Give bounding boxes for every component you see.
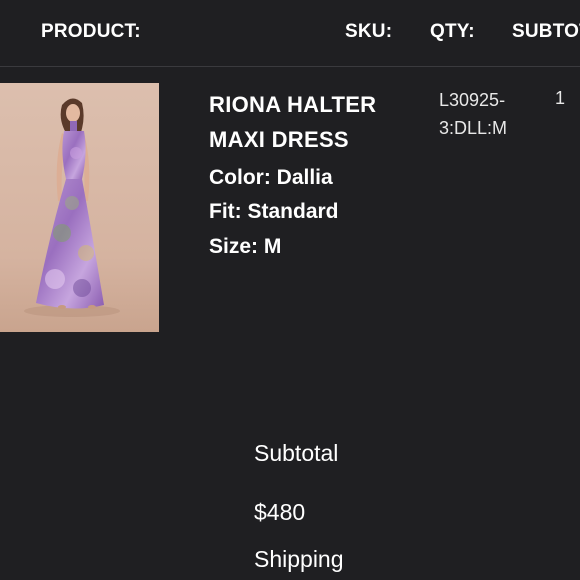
product-image[interactable]	[0, 83, 159, 332]
summary-subtotal-value: $480	[254, 499, 306, 525]
product-qty: 1	[555, 88, 566, 108]
product-color: Color: Dallia	[209, 166, 333, 189]
product-name[interactable]: RIONA HALTER MAXI DRESS	[209, 87, 429, 157]
product-fit: Fit: Standard	[209, 200, 339, 223]
product-column-header: PRODUCT:	[41, 21, 141, 42]
qty-column-header: QTY:	[430, 21, 475, 42]
summary-subtotal-label: Subtotal	[254, 440, 339, 466]
subtotal-column-header: SUBTOTAL:	[512, 21, 580, 42]
product-sku: L30925-3:DLL:M	[439, 90, 508, 138]
summary-shipping-label: Shipping	[254, 546, 344, 572]
dress-photo-illustration	[0, 83, 159, 332]
sku-column-header: SKU:	[345, 21, 393, 42]
cart-table-header: PRODUCT: SKU: QTY: SUBTOTAL:	[0, 0, 580, 67]
cart-page: PRODUCT: SKU: QTY: SUBTOTAL:	[0, 0, 580, 580]
product-size: Size: M	[209, 235, 282, 258]
